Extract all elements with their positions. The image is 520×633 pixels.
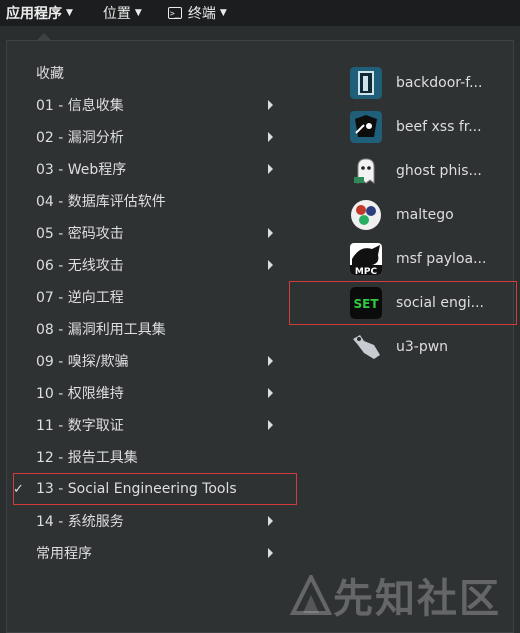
chevron-right-icon [268,164,273,174]
app-label: social engi... [396,295,484,311]
chevron-right-icon [268,388,273,398]
watermark-text: 先知社区 [333,576,501,622]
app-item[interactable]: MPC msf payloa... [347,237,517,281]
msfpc-icon: MPC [350,243,382,275]
category-item[interactable]: 14 - 系统服务 [7,505,297,537]
category-item[interactable]: 常用程序 [7,537,297,569]
chevron-right-icon [268,132,273,142]
category-item[interactable]: 07 - 逆向工程 [7,281,297,313]
category-label: 常用程序 [36,546,92,562]
chevron-right-icon [268,548,273,558]
chevron-right-icon [268,516,273,526]
beef-icon [350,111,382,143]
category-list: 收藏 01 - 信息收集 02 - 漏洞分析 03 - Web程序 04 - 数据库评估… [7,57,297,569]
terminal-icon: >_ [167,7,182,19]
u3-pwn-icon [350,331,382,363]
app-label: beef xss fr... [396,119,482,135]
category-label: 11 - 数字取证 [36,418,124,434]
applications-label: 应用程序 [6,6,62,22]
category-label: 09 - 嗅探/欺骗 [36,354,129,370]
category-label: 01 - 信息收集 [36,98,124,114]
applications-menu: 收藏 01 - 信息收集 02 - 漏洞分析 03 - Web程序 04 - 数据库评估… [6,40,517,633]
terminal-menu-button[interactable]: >_ 终端 ▼ [162,0,233,26]
svg-text:MPC: MPC [355,267,378,275]
chevron-down-icon: ▼ [66,8,73,18]
chevron-right-icon [268,260,273,270]
chevron-down-icon: ▼ [219,8,227,18]
chevron-down-icon: ▼ [134,8,142,18]
app-item[interactable]: beef xss fr... [347,105,517,149]
category-label: 收藏 [36,66,64,82]
category-item[interactable]: 09 - 嗅探/欺骗 [7,345,297,377]
category-item[interactable]: 11 - 数字取证 [7,409,297,441]
app-item[interactable]: u3-pwn [347,325,517,369]
application-list: backdoor-f... beef xss fr... ghost phis...… [289,61,517,369]
category-item[interactable]: 12 - 报告工具集 [7,441,297,473]
category-item[interactable]: 收藏 [7,57,297,89]
app-label: maltego [396,207,454,223]
category-label: 13 - Social Engineering Tools [36,481,237,497]
places-menu-button[interactable]: 位置 ▼ [97,0,148,26]
app-item[interactable]: ghost phis... [347,149,517,193]
category-item[interactable]: 06 - 无线攻击 [7,249,297,281]
category-label: 08 - 漏洞利用工具集 [36,322,166,338]
category-label: 02 - 漏洞分析 [36,130,124,146]
app-label: ghost phis... [396,163,482,179]
watermark: 先知社区 [289,566,501,624]
category-item[interactable]: 10 - 权限维持 [7,377,297,409]
category-label: 14 - 系统服务 [36,514,124,530]
top-panel: 应用程序 ▼ 位置 ▼ >_ 终端 ▼ [0,0,520,26]
app-label: backdoor-f... [396,75,483,91]
applications-menu-button[interactable]: 应用程序 ▼ [0,0,79,26]
chevron-right-icon [268,420,273,430]
category-label: 10 - 权限维持 [36,386,124,402]
category-item[interactable]: 04 - 数据库评估软件 [7,185,297,217]
category-item[interactable]: 08 - 漏洞利用工具集 [7,313,297,345]
xianzhi-logo-icon [289,575,333,615]
category-label: 12 - 报告工具集 [36,450,138,466]
category-item[interactable]: 05 - 密码攻击 [7,217,297,249]
category-label: 07 - 逆向工程 [36,290,124,306]
checkmark-icon: ✓ [13,481,24,497]
chevron-right-icon [268,356,273,366]
category-item[interactable]: ✓ 13 - Social Engineering Tools [13,473,297,505]
app-item[interactable]: maltego [347,193,517,237]
category-label: 05 - 密码攻击 [36,226,124,242]
category-item[interactable]: 02 - 漏洞分析 [7,121,297,153]
backdoor-factory-icon [350,67,382,99]
chevron-right-icon [268,228,273,238]
places-label: 位置 [102,6,131,22]
category-item[interactable]: 01 - 信息收集 [7,89,297,121]
category-label: 04 - 数据库评估软件 [36,194,166,210]
category-item[interactable]: 03 - Web程序 [7,153,297,185]
svg-text:SET: SET [353,297,379,311]
ghost-phisher-icon [350,155,382,187]
category-label: 03 - Web程序 [36,162,127,178]
set-icon: SET [350,287,382,319]
maltego-icon [350,199,382,231]
chevron-right-icon [268,100,273,110]
app-item[interactable]: backdoor-f... [347,61,517,105]
category-label: 06 - 无线攻击 [36,258,124,274]
terminal-label: 终端 [187,6,216,22]
app-label: u3-pwn [396,339,449,355]
app-label: msf payloa... [396,251,487,267]
app-item[interactable]: SET social engi... [289,281,517,325]
